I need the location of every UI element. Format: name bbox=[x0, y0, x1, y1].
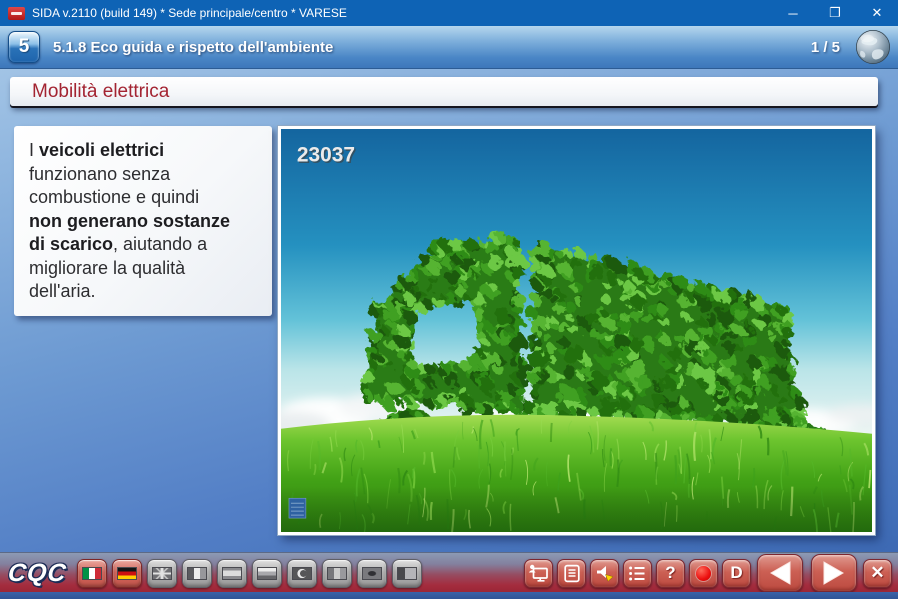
language-arabo-button[interactable] bbox=[287, 559, 317, 588]
cinese-flag-icon bbox=[397, 567, 417, 580]
minimize-button[interactable]: ─ bbox=[772, 0, 814, 26]
screen-mode-button[interactable] bbox=[524, 559, 553, 588]
bottom-toolbar: CQC ? D ✕ bbox=[0, 552, 898, 593]
language-albanese-button[interactable] bbox=[357, 559, 387, 588]
language-rumeno-button[interactable] bbox=[322, 559, 352, 588]
help-button[interactable]: ? bbox=[656, 559, 685, 588]
text-segment: di scarico bbox=[29, 234, 113, 254]
language-italiano-button[interactable] bbox=[77, 559, 107, 588]
text-segment: non generano sostanze bbox=[29, 211, 230, 231]
maximize-button[interactable]: ❐ bbox=[814, 0, 856, 26]
chapter-number-badge: 5 bbox=[8, 31, 40, 63]
image-number: 23037 bbox=[297, 144, 355, 167]
text-segment: funzionano senza bbox=[29, 164, 170, 184]
bottom-strip bbox=[0, 592, 898, 599]
globe-icon bbox=[854, 28, 892, 66]
app-icon bbox=[8, 7, 25, 20]
francese-flag-icon bbox=[187, 567, 207, 580]
chapter-header: 5 5.1.8 Eco guida e rispetto dell'ambien… bbox=[0, 26, 898, 69]
language-russo-button[interactable] bbox=[252, 559, 282, 588]
close-icon: ✕ bbox=[870, 563, 884, 583]
question-icon: ? bbox=[665, 563, 675, 583]
arabo-flag-icon bbox=[292, 567, 312, 580]
albanese-flag-icon bbox=[362, 567, 382, 580]
inglese-flag-icon bbox=[152, 567, 172, 580]
text-segment: , aiutando a bbox=[113, 234, 207, 254]
italiano-flag-icon bbox=[82, 567, 102, 580]
window-title: SIDA v.2110 (build 149) * Sede principal… bbox=[32, 6, 772, 20]
lesson-paragraph: I veicoli elettrici funzionano senza combu… bbox=[29, 139, 264, 304]
spagnolo-flag-icon bbox=[222, 567, 242, 580]
lesson-image-frame: 23037 23037 bbox=[278, 126, 875, 535]
audio-button[interactable] bbox=[590, 559, 619, 588]
text-view-button[interactable] bbox=[557, 559, 586, 588]
text-segment: combustione e quindi bbox=[29, 187, 199, 207]
text-segment: dell'aria. bbox=[29, 281, 95, 301]
monitor-person-icon bbox=[528, 563, 550, 583]
index-button[interactable] bbox=[623, 559, 652, 588]
arrow-right-icon bbox=[819, 559, 849, 587]
text-segment: veicoli elettrici bbox=[39, 140, 164, 160]
record-icon bbox=[696, 566, 711, 581]
language-spagnolo-button[interactable] bbox=[217, 559, 247, 588]
letter-d-icon: D bbox=[730, 563, 742, 583]
text-segment: I bbox=[29, 140, 39, 160]
page-indicator: 1 / 5 bbox=[811, 39, 840, 56]
document-icon bbox=[563, 564, 581, 583]
chapter-title: 5.1.8 Eco guida e rispetto dell'ambiente bbox=[53, 39, 811, 56]
section-title: Mobilità elettrica bbox=[32, 81, 169, 103]
russo-flag-icon bbox=[257, 567, 277, 580]
speaker-icon bbox=[595, 564, 615, 583]
window-title-bar: SIDA v.2110 (build 149) * Sede principal… bbox=[0, 0, 898, 26]
rumeno-flag-icon bbox=[327, 567, 347, 580]
language-francese-button[interactable] bbox=[182, 559, 212, 588]
watermark-logo bbox=[289, 498, 306, 518]
lesson-text-panel: I veicoli elettrici funzionano senza combu… bbox=[14, 126, 272, 316]
close-window-button[interactable]: ✕ bbox=[856, 0, 898, 26]
language-tedesco-button[interactable] bbox=[112, 559, 142, 588]
language-cinese-button[interactable] bbox=[392, 559, 422, 588]
sida-application-window: SIDA v.2110 (build 149) * Sede principal… bbox=[0, 0, 898, 599]
language-inglese-button[interactable] bbox=[147, 559, 177, 588]
record-button[interactable] bbox=[689, 559, 718, 588]
cqc-logo: CQC bbox=[6, 559, 68, 588]
tool-button-row: ? D ✕ bbox=[524, 554, 892, 592]
previous-button[interactable] bbox=[757, 554, 803, 592]
arrow-left-icon bbox=[765, 559, 795, 587]
next-button[interactable] bbox=[811, 554, 857, 592]
eco-truck-image: 23037 23037 bbox=[281, 129, 872, 532]
exit-button[interactable]: ✕ bbox=[863, 559, 892, 588]
language-flag-row bbox=[77, 559, 422, 588]
section-title-bar: Mobilità elettrica bbox=[10, 77, 878, 106]
list-icon bbox=[628, 565, 647, 582]
dictionary-button[interactable]: D bbox=[722, 559, 751, 588]
tedesco-flag-icon bbox=[117, 567, 137, 580]
text-segment: migliorare la qualità bbox=[29, 258, 185, 278]
